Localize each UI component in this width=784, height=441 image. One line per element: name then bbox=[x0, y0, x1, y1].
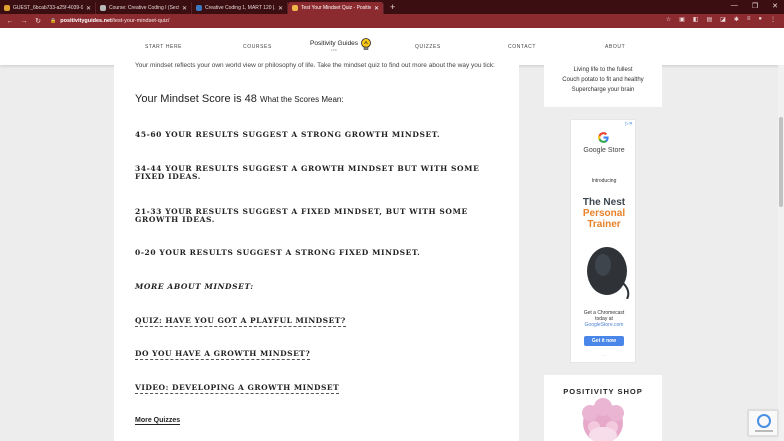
tab-label: Test Your Mindset Quiz - Positivi... bbox=[301, 5, 371, 11]
score-value: 48 bbox=[244, 93, 257, 105]
site-logo[interactable]: Positivity Guides LTD bbox=[310, 40, 358, 52]
link-video-growth-mindset[interactable]: Video: Developing A Growth Mindset bbox=[135, 383, 340, 394]
ad-title-line-1: The Nest bbox=[582, 197, 626, 208]
ad-cta-text: Get a Chromecast today at GoogleStore.co… bbox=[571, 310, 637, 328]
ad-intro: Introducing bbox=[591, 178, 617, 184]
lock-icon: 🔒 bbox=[50, 18, 57, 24]
extension-icon[interactable]: ▣ bbox=[679, 16, 685, 23]
score-label: Your Mindset Score is bbox=[135, 93, 242, 105]
extension-icon[interactable]: ◧ bbox=[693, 16, 699, 23]
tab-close-icon[interactable]: ✕ bbox=[278, 5, 283, 12]
new-tab-button[interactable]: + bbox=[390, 2, 395, 12]
tab-label: Course: Creative Coding I (Sect... bbox=[109, 5, 179, 11]
tab-close-icon[interactable]: ✕ bbox=[182, 5, 187, 12]
window-controls: — ❐ ✕ bbox=[731, 2, 778, 10]
more-quizzes-link[interactable]: More Quizzes bbox=[135, 417, 181, 425]
result-34-44: 34-44 Your results suggest a growth mind… bbox=[135, 164, 480, 181]
recaptcha-icon bbox=[755, 414, 773, 432]
url-field[interactable]: 🔒 positivityguides.net /test-your-mindse… bbox=[50, 16, 169, 26]
bookmark-star-icon[interactable]: ☆ bbox=[666, 16, 671, 23]
logo-tm: LTD bbox=[331, 48, 337, 52]
nav-courses[interactable]: COURSES bbox=[243, 44, 272, 50]
close-window-icon[interactable]: ✕ bbox=[772, 2, 778, 10]
extension-icon[interactable]: ▤ bbox=[706, 16, 712, 23]
extension-puzzle-icon[interactable]: ✱ bbox=[734, 16, 739, 23]
maximize-icon[interactable]: ❐ bbox=[752, 2, 758, 10]
shop-title: POSITIVITY SHOP bbox=[563, 387, 643, 396]
ad-title-line-2: Personal bbox=[582, 208, 626, 219]
tab-label: Creative Coding 1, MART 120 |... bbox=[205, 5, 275, 11]
url-path: /test-your-mindset-quiz/ bbox=[111, 18, 170, 24]
nav-quizzes[interactable]: QUIZZES bbox=[415, 44, 441, 50]
logo-text: Positivity Guides bbox=[310, 40, 359, 47]
ad-cta-link[interactable]: GoogleStore.com bbox=[571, 322, 637, 328]
profile-avatar-icon[interactable]: ● bbox=[758, 16, 762, 23]
address-bar: ← → ↻ 🔒 positivityguides.net /test-your-… bbox=[0, 14, 784, 28]
forward-arrow-icon[interactable]: → bbox=[20, 18, 28, 25]
mindset-score: Your Mindset Score is 48 What the Scores… bbox=[135, 93, 344, 105]
sidebar-item[interactable]: Couch potato to fit and healthy bbox=[544, 75, 662, 85]
nav-start-here[interactable]: START HERE bbox=[145, 44, 182, 50]
result-21-33: 21-33 Your results suggest a fixed minds… bbox=[135, 207, 468, 224]
browser-tab-1[interactable]: GUEST_6bcab733-a25f-4039-91... ✕ bbox=[0, 2, 96, 14]
scrollbar-thumb[interactable] bbox=[779, 117, 783, 207]
back-arrow-icon[interactable]: ← bbox=[6, 18, 14, 25]
tab-favicon-icon bbox=[196, 5, 202, 11]
recaptcha-badge[interactable] bbox=[748, 410, 778, 436]
nest-speaker-image bbox=[587, 247, 630, 299]
url-domain: positivityguides.net bbox=[60, 18, 112, 24]
minimize-icon[interactable]: — bbox=[731, 2, 738, 10]
lightbulb-icon bbox=[361, 38, 371, 50]
main-content: Your mindset reflects your own world vie… bbox=[114, 62, 519, 441]
nav-contact[interactable]: CONTACT bbox=[508, 44, 536, 50]
extension-icons: ☆ ▣ ◧ ▤ ◪ ✱ ≡ ● ⋮ bbox=[666, 16, 776, 23]
result-0-20: 0-20 Your results suggest a strong fixed… bbox=[135, 248, 421, 257]
ad-title-line-3: Trainer bbox=[587, 219, 621, 230]
browser-tab-3[interactable]: Creative Coding 1, MART 120 |... ✕ bbox=[192, 2, 288, 14]
get-it-now-button[interactable]: Get it now bbox=[584, 336, 624, 346]
menu-kebab-icon[interactable]: ⋮ bbox=[770, 16, 776, 23]
ad-headline: The Nest Personal Trainer bbox=[571, 197, 637, 230]
tab-close-icon[interactable]: ✕ bbox=[374, 5, 379, 12]
google-store-ad[interactable]: ▷✕ Google Store Introducing The Nest Per… bbox=[570, 119, 636, 363]
tab-favicon-icon bbox=[292, 5, 298, 11]
tab-favicon-icon bbox=[4, 5, 10, 11]
sidebar-list: Living life to the fullest Couch potato … bbox=[544, 65, 662, 107]
shop-character-image[interactable] bbox=[560, 397, 646, 441]
browser-tab-4-active[interactable]: Test Your Mindset Quiz - Positivi... ✕ bbox=[288, 2, 384, 14]
sidebar-item[interactable]: Living life to the fullest bbox=[544, 65, 662, 75]
ad-choices-close-icon[interactable]: ▷✕ bbox=[625, 121, 633, 127]
tab-bar: GUEST_6bcab733-a25f-4039-91... ✕ Course:… bbox=[0, 0, 784, 14]
page-scrollbar[interactable] bbox=[778, 65, 784, 441]
tab-favicon-icon bbox=[100, 5, 106, 11]
link-playful-mindset-quiz[interactable]: Quiz: Have You Got A Playful Mindset? bbox=[135, 316, 346, 327]
scores-mean-heading: What the Scores Mean: bbox=[259, 95, 344, 104]
more-about-heading: More About Mindset: bbox=[135, 282, 254, 291]
link-growth-mindset[interactable]: Do You Have A Growth Mindset? bbox=[135, 349, 311, 360]
intro-text: Your mindset reflects your own world vie… bbox=[135, 62, 495, 69]
tab-close-icon[interactable]: ✕ bbox=[86, 5, 91, 12]
ad-footer: — bbox=[602, 353, 606, 357]
tab-label: GUEST_6bcab733-a25f-4039-91... bbox=[13, 5, 83, 11]
reading-list-icon[interactable]: ≡ bbox=[747, 16, 751, 23]
extension-icon[interactable]: ◪ bbox=[720, 16, 726, 23]
positivity-shop-widget: POSITIVITY SHOP bbox=[544, 375, 662, 441]
ad-brand: Google Store bbox=[583, 147, 625, 154]
nav-about[interactable]: ABOUT bbox=[605, 44, 625, 50]
sidebar-item[interactable]: Supercharge your brain bbox=[544, 85, 662, 95]
google-g-logo-icon bbox=[598, 132, 609, 143]
browser-tab-2[interactable]: Course: Creative Coding I (Sect... ✕ bbox=[96, 2, 192, 14]
reload-icon[interactable]: ↻ bbox=[34, 17, 42, 25]
result-45-60: 45-60 Your results suggest a strong grow… bbox=[135, 130, 441, 139]
